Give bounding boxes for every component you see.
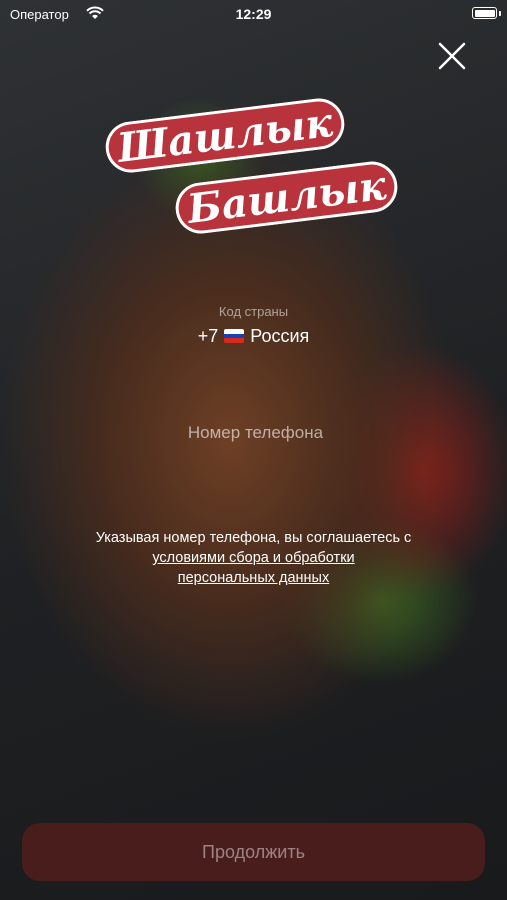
status-bar: Оператор 12:29 xyxy=(0,0,507,30)
country-name: Россия xyxy=(250,326,310,346)
battery-level xyxy=(474,9,495,17)
privacy-terms-link-continued[interactable]: персональных данных xyxy=(178,570,329,586)
consent-notice: Указывая номер телефона, вы соглашаетесь… xyxy=(40,528,467,588)
logo-line-2: Башлык xyxy=(172,158,401,237)
brand-logo: Шашлык Башлык xyxy=(102,95,410,240)
consent-text: Указывая номер телефона, вы соглашаетесь… xyxy=(95,530,412,546)
privacy-terms-link[interactable]: условиями сбора и обработки xyxy=(152,550,354,566)
country-dial-code: +7 xyxy=(197,326,219,346)
battery-icon xyxy=(472,7,497,19)
continue-button[interactable]: Продолжить xyxy=(22,823,485,881)
battery-tip xyxy=(499,11,501,16)
flag-stripe-red xyxy=(224,338,245,343)
close-icon[interactable] xyxy=(436,40,468,72)
country-code-label: Код страны xyxy=(218,304,289,319)
russia-flag-icon xyxy=(224,329,245,343)
phone-input[interactable] xyxy=(100,418,411,448)
clock: 12:29 xyxy=(235,6,272,22)
country-selector[interactable]: +7 Россия xyxy=(0,326,507,347)
